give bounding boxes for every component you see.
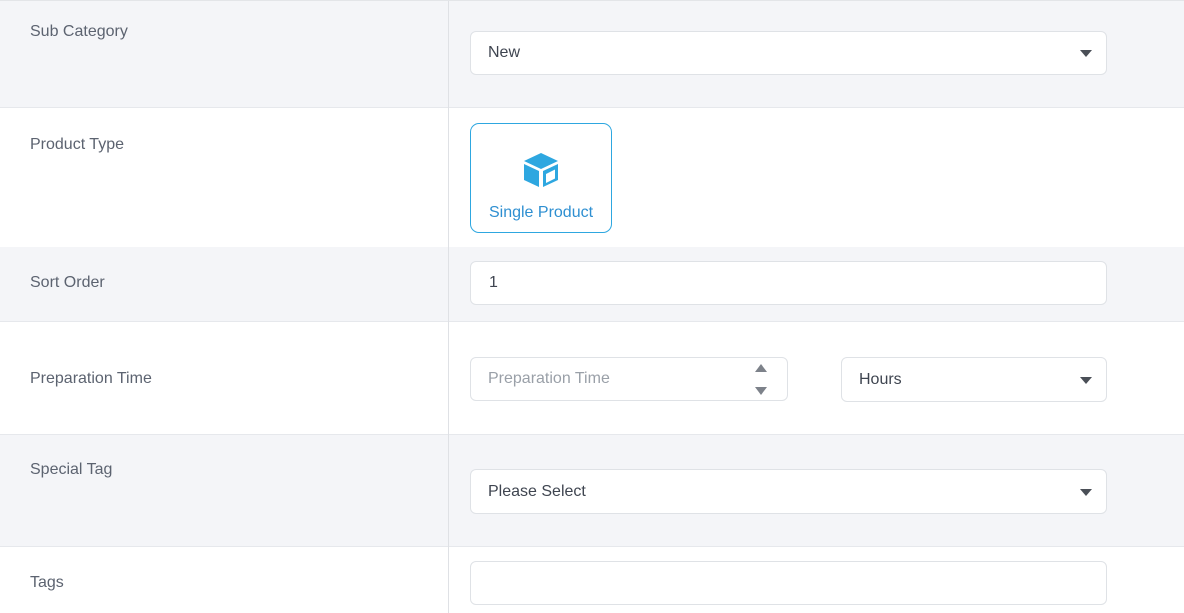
special-tag-select[interactable]: Please Select bbox=[470, 469, 1107, 514]
tags-input[interactable] bbox=[470, 561, 1107, 605]
sort-order-input[interactable]: 1 bbox=[470, 261, 1107, 305]
column-divider bbox=[448, 1, 449, 613]
product-type-label: Product Type bbox=[30, 136, 124, 153]
single-product-option[interactable]: Single Product bbox=[470, 123, 612, 233]
tags-label: Tags bbox=[30, 574, 64, 591]
sub-category-label: Sub Category bbox=[30, 23, 128, 40]
chevron-down-icon bbox=[1080, 376, 1092, 384]
sub-category-select[interactable]: New bbox=[470, 31, 1107, 75]
product-form: Sub Category New Product Type Single Pro… bbox=[0, 0, 1184, 613]
time-unit-select[interactable]: Hours bbox=[841, 357, 1107, 402]
sub-category-value: New bbox=[488, 44, 521, 61]
single-product-label: Single Product bbox=[488, 204, 594, 221]
preparation-time-input[interactable]: Preparation Time bbox=[470, 357, 788, 401]
preparation-time-label: Preparation Time bbox=[30, 370, 152, 387]
sort-order-value: 1 bbox=[489, 274, 498, 291]
spin-up-icon[interactable] bbox=[755, 364, 767, 372]
preparation-time-placeholder: Preparation Time bbox=[488, 370, 610, 387]
cube-icon bbox=[524, 153, 558, 187]
spin-down-icon[interactable] bbox=[755, 387, 767, 395]
time-unit-value: Hours bbox=[859, 370, 902, 388]
special-tag-value: Please Select bbox=[488, 482, 586, 500]
chevron-down-icon bbox=[1080, 50, 1092, 57]
sort-order-label: Sort Order bbox=[30, 274, 105, 291]
chevron-down-icon bbox=[1080, 488, 1092, 496]
special-tag-label: Special Tag bbox=[30, 461, 113, 478]
